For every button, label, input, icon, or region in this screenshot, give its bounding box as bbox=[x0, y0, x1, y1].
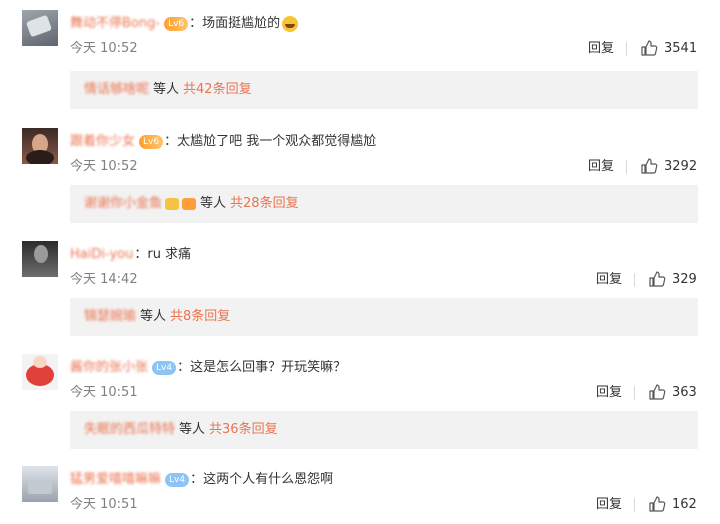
username-link[interactable]: 酱你的张小张 bbox=[70, 358, 148, 378]
reply-button[interactable]: 回复 bbox=[588, 40, 614, 58]
like-count: 162 bbox=[672, 497, 697, 512]
divider bbox=[626, 42, 627, 56]
colon: ： bbox=[164, 134, 178, 149]
divider bbox=[634, 273, 635, 287]
sub-reply-usernames[interactable]: 谢谢你小金鱼 bbox=[84, 196, 162, 211]
divider bbox=[634, 386, 635, 400]
sub-reply-usernames[interactable]: 锦瑟婉瑜 bbox=[84, 309, 136, 324]
colon: ： bbox=[177, 360, 191, 375]
member-badge: Lv4 bbox=[152, 361, 177, 375]
sub-reply-box[interactable]: 谢谢你小金鱼 等人 共28条回复 bbox=[70, 185, 698, 223]
like-count: 3541 bbox=[664, 41, 698, 56]
sub-reply-etc: 等人 bbox=[179, 422, 206, 437]
thumbs-up-icon[interactable] bbox=[640, 39, 658, 57]
thumbs-up-icon[interactable] bbox=[648, 270, 666, 288]
thumbs-up-icon[interactable] bbox=[640, 157, 658, 175]
avatar[interactable] bbox=[22, 128, 58, 164]
sub-reply-usernames[interactable]: 情话够啥呢 bbox=[84, 82, 149, 97]
thumbs-up-icon[interactable] bbox=[648, 383, 666, 401]
comment-text: 这两个人有什么恩怨啊 bbox=[203, 472, 334, 487]
divider bbox=[634, 498, 635, 512]
sub-reply-box[interactable]: 失眠的西瓜特特 等人 共36条回复 bbox=[70, 411, 698, 449]
comment-text: 这是怎么回事？开玩笑嘛？ bbox=[190, 360, 347, 375]
like-count: 363 bbox=[672, 385, 697, 400]
comment-time: 今天 10:52 bbox=[70, 41, 138, 56]
sub-reply-total-link[interactable]: 共8条回复 bbox=[170, 309, 230, 324]
member-badge: Lv6 bbox=[164, 17, 189, 31]
comment-time: 今天 10:51 bbox=[70, 385, 138, 400]
reply-button[interactable]: 回复 bbox=[596, 384, 622, 402]
laughing-crying-emoji-icon bbox=[282, 16, 299, 32]
colon: ： bbox=[190, 472, 204, 487]
thumbs-up-icon[interactable] bbox=[648, 495, 666, 513]
comment-time: 今天 10:51 bbox=[70, 497, 138, 512]
like-count: 329 bbox=[672, 272, 697, 287]
member-badge-icon bbox=[182, 197, 197, 210]
sub-reply-total-link[interactable]: 共42条回复 bbox=[183, 82, 252, 97]
reply-button[interactable]: 回复 bbox=[596, 271, 622, 289]
colon: ： bbox=[189, 16, 203, 31]
divider bbox=[626, 160, 627, 174]
avatar[interactable] bbox=[22, 466, 58, 502]
member-badge: Lv4 bbox=[165, 473, 190, 487]
sub-reply-box[interactable]: 锦瑟婉瑜 等人 共8条回复 bbox=[70, 298, 698, 336]
vip-badge-icon bbox=[165, 197, 180, 210]
username-link[interactable]: HaiDi-you bbox=[70, 245, 133, 265]
reply-button[interactable]: 回复 bbox=[596, 496, 622, 514]
avatar[interactable] bbox=[22, 354, 58, 390]
reply-button[interactable]: 回复 bbox=[588, 158, 614, 176]
like-count: 3292 bbox=[664, 159, 698, 174]
comment-time: 今天 14:42 bbox=[70, 272, 138, 287]
avatar[interactable] bbox=[22, 10, 58, 46]
sub-reply-total-link[interactable]: 共28条回复 bbox=[230, 196, 299, 211]
member-badge: Lv6 bbox=[139, 135, 164, 149]
comment-text: 太尴尬了吧 我一个观众都觉得尴尬 bbox=[177, 134, 377, 149]
username-link[interactable]: 舞动不停Bong- bbox=[70, 14, 160, 34]
avatar[interactable] bbox=[22, 241, 58, 277]
username-link[interactable]: 跟着你少女 bbox=[70, 132, 135, 152]
colon: ： bbox=[134, 247, 148, 262]
sub-reply-etc: 等人 bbox=[153, 82, 180, 97]
sub-reply-etc: 等人 bbox=[140, 309, 167, 324]
sub-reply-usernames[interactable]: 失眠的西瓜特特 bbox=[84, 422, 175, 437]
sub-reply-box[interactable]: 情话够啥呢 等人 共42条回复 bbox=[70, 71, 698, 109]
comment-text: ru 求痛 bbox=[147, 247, 192, 262]
sub-reply-total-link[interactable]: 共36条回复 bbox=[209, 422, 278, 437]
comment-text: 场面挺尴尬的 bbox=[202, 16, 281, 31]
username-link[interactable]: 猛男爱嘻嘻嘛嘛 bbox=[70, 470, 161, 490]
comment-time: 今天 10:52 bbox=[70, 159, 138, 174]
sub-reply-etc: 等人 bbox=[200, 196, 227, 211]
